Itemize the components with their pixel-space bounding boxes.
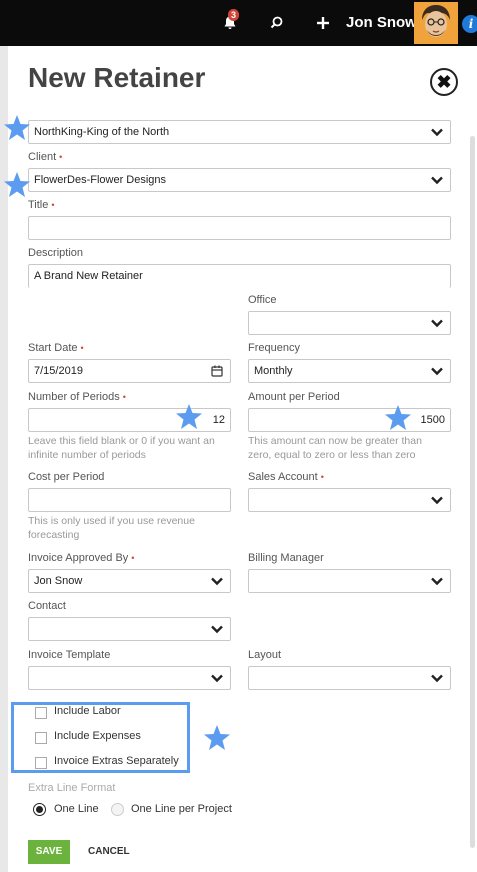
chevron-down-icon — [211, 674, 223, 683]
invoice-approved-by-select[interactable]: Jon Snow — [28, 569, 231, 593]
cost-per-period-help-1: This is only used if you use revenue — [28, 515, 195, 527]
layout-label: Layout — [248, 649, 282, 661]
company-select[interactable]: NorthKing-King of the North — [28, 120, 451, 144]
start-date-input[interactable]: 7/15/2019 — [28, 359, 231, 383]
one-line-radio[interactable] — [33, 803, 46, 816]
client-value: FlowerDes-Flower Designs — [34, 174, 167, 186]
description-label: Description — [28, 247, 84, 259]
sales-account-label: Sales Account • — [248, 471, 324, 483]
sales-account-select[interactable] — [248, 488, 451, 512]
scrollbar[interactable] — [470, 136, 475, 848]
chevron-down-icon — [431, 577, 443, 586]
chevron-down-icon — [431, 367, 443, 376]
info-icon[interactable]: i — [462, 15, 477, 33]
user-name[interactable]: Jon Snow — [346, 14, 417, 31]
notification-count-badge: 3 — [228, 9, 240, 21]
layout-select[interactable] — [248, 666, 451, 690]
invoice-template-select[interactable] — [28, 666, 231, 690]
avatar[interactable] — [414, 2, 458, 44]
invoice-extras-separately-label[interactable]: Invoice Extras Separately — [54, 755, 179, 767]
top-navigation-bar: 3 Jon Snow i — [0, 0, 477, 46]
include-expenses-checkbox[interactable] — [35, 732, 47, 744]
chevron-down-icon — [431, 674, 443, 683]
chevron-down-icon — [431, 319, 443, 328]
client-select[interactable]: FlowerDes-Flower Designs — [28, 168, 451, 192]
chevron-down-icon — [211, 577, 223, 586]
invoice-extras-separately-checkbox[interactable] — [35, 757, 47, 769]
annotation-star-icon — [4, 115, 30, 140]
page-title: New Retainer — [28, 62, 206, 93]
annotation-star-icon — [204, 725, 230, 750]
include-labor-label[interactable]: Include Labor — [54, 705, 121, 717]
include-expenses-label[interactable]: Include Expenses — [54, 730, 141, 742]
company-value: NorthKing-King of the North — [34, 126, 170, 138]
cost-per-period-input[interactable] — [28, 488, 231, 512]
billing-manager-select[interactable] — [248, 569, 451, 593]
description-textarea[interactable]: A Brand New Retainer — [28, 264, 451, 288]
search-icon[interactable] — [266, 12, 288, 34]
frequency-label: Frequency — [248, 342, 300, 354]
annotation-star-icon — [176, 404, 202, 429]
title-input[interactable] — [28, 216, 451, 240]
one-line-label[interactable]: One Line — [54, 803, 99, 815]
amount-per-period-label: Amount per Period — [248, 391, 340, 403]
frequency-select[interactable]: Monthly — [248, 359, 451, 383]
title-label: Title • — [28, 199, 55, 211]
chevron-down-icon — [211, 625, 223, 634]
chevron-down-icon — [431, 128, 443, 137]
start-date-label: Start Date • — [28, 342, 84, 354]
one-line-per-project-label[interactable]: One Line per Project — [131, 803, 232, 815]
close-icon[interactable]: ✖ — [430, 68, 458, 96]
office-label: Office — [248, 294, 277, 306]
contact-label: Contact — [28, 600, 66, 612]
invoice-approved-by-label: Invoice Approved By • — [28, 552, 135, 564]
number-of-periods-label: Number of Periods • — [28, 391, 126, 403]
save-button[interactable]: SAVE — [28, 840, 70, 864]
extra-line-format-label: Extra Line Format — [28, 782, 116, 794]
annotation-star-icon — [4, 172, 30, 197]
amount-per-period-help-1: This amount can now be greater than — [248, 435, 422, 447]
chevron-down-icon — [431, 176, 443, 185]
client-label: Client • — [28, 151, 63, 163]
amount-per-period-input[interactable]: 1500 — [248, 408, 451, 432]
plus-icon[interactable] — [312, 12, 334, 34]
annotation-star-icon — [385, 405, 411, 430]
one-line-per-project-radio[interactable] — [111, 803, 124, 816]
cost-per-period-help-2: forecasting — [28, 529, 80, 541]
panel-left-edge — [0, 46, 8, 872]
number-of-periods-help-2: infinite number of periods — [28, 449, 146, 461]
cancel-button[interactable]: CANCEL — [88, 840, 130, 864]
amount-per-period-help-2: zero, equal to zero or less than zero — [248, 449, 416, 461]
billing-manager-label: Billing Manager — [248, 552, 324, 564]
number-of-periods-help-1: Leave this field blank or 0 if you want … — [28, 435, 215, 447]
invoice-template-label: Invoice Template — [28, 649, 111, 661]
chevron-down-icon — [431, 496, 443, 505]
calendar-icon[interactable] — [210, 364, 224, 378]
include-labor-checkbox[interactable] — [35, 707, 47, 719]
cost-per-period-label: Cost per Period — [28, 471, 105, 483]
contact-select[interactable] — [28, 617, 231, 641]
office-select[interactable] — [248, 311, 451, 335]
